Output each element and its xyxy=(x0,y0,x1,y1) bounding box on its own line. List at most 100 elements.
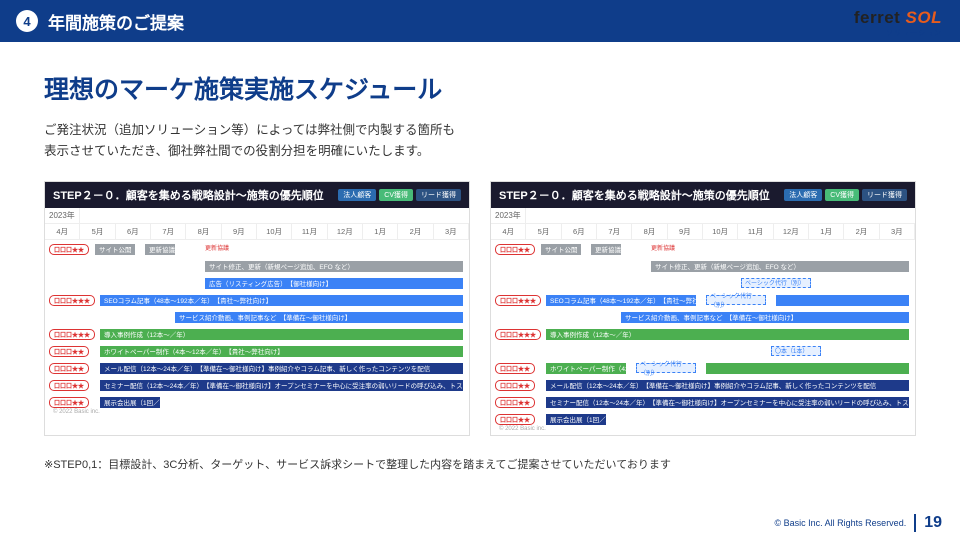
legend-tag-3: リード獲得 xyxy=(416,189,461,201)
gantt-bar: 広告（リスティング広告） 【御社様向け】 xyxy=(205,278,463,289)
month-cell: 3月 xyxy=(434,224,469,239)
gantt-area: 口口口★★サイト公開更新協議更新協議 サイト修正、更新（新規ページ追加、EFO … xyxy=(45,240,469,418)
task-pill: 口口口★★ xyxy=(495,414,535,425)
task-pill: 口口口★★ xyxy=(49,244,89,255)
month-cell: 4月 xyxy=(45,224,80,239)
gantt-bar: サイト公開 xyxy=(95,244,135,255)
month-cell: 11月 xyxy=(738,224,773,239)
gantt-box: ベーシック代行（別） xyxy=(706,295,766,305)
year-row: 2023年 xyxy=(45,208,469,224)
task-pill: 口口口★★ xyxy=(49,380,89,391)
inner-copyright: © 2022 Basic inc. xyxy=(499,426,546,432)
chart-step-label: STEP２－０．顧客を集める戦略設計～施策の優先順位 xyxy=(499,187,770,203)
gantt-bar: 導入事例作成（12本～／年） xyxy=(100,329,463,340)
month-cell: 11月 xyxy=(292,224,327,239)
logo-subtitle: ソリューション xyxy=(854,28,942,38)
month-cell: 7月 xyxy=(151,224,186,239)
chart-legend: 法人顧客 CV獲得 リード獲得 xyxy=(784,189,907,201)
month-cell: 5月 xyxy=(526,224,561,239)
gantt-bar: ホワイトペーパー制作（4本～12本／年） 【貴社～弊社向け】 xyxy=(546,363,626,374)
month-cell: 2月 xyxy=(398,224,433,239)
footer-copyright: © Basic Inc. All Rights Reserved. xyxy=(775,518,907,528)
month-row: 4月 5月 6月 7月 8月 9月 10月 11月 12月 1月 2月 3月 xyxy=(45,224,469,240)
section-number: 4 xyxy=(16,10,38,32)
gantt-bar: ホワイトペーパー制作（4本～12本／年） 【貴社～弊社向け】 xyxy=(100,346,463,357)
month-cell: 6月 xyxy=(562,224,597,239)
section-title: 年間施策のご提案 xyxy=(48,9,184,34)
month-cell: 2月 xyxy=(844,224,879,239)
gantt-bar: 更新協議 xyxy=(591,244,621,255)
description: ご発注状況（追加ソリューション等）によっては弊社側で内製する箇所も 表示させてい… xyxy=(44,120,916,163)
task-pill: 口口口★★★ xyxy=(495,295,541,306)
gantt-bar: 展示会出展（1回／年） xyxy=(100,397,160,408)
legend-tag-1: 法人顧客 xyxy=(784,189,822,201)
month-cell: 6月 xyxy=(116,224,151,239)
month-cell: 3月 xyxy=(880,224,915,239)
logo-text-2: SOL xyxy=(900,8,942,27)
annotation: 更新協議 xyxy=(205,243,229,252)
gantt-bar xyxy=(776,295,909,306)
logo-text-1: ferret xyxy=(854,8,900,27)
month-row: 4月 5月 6月 7月 8月 9月 10月 11月 12月 1月 2月 3月 xyxy=(491,224,915,240)
month-cell: 9月 xyxy=(668,224,703,239)
schedule-charts: STEP２－０．顧客を集める戦略設計～施策の優先順位 法人顧客 CV獲得 リード… xyxy=(44,181,916,436)
gantt-bar: メール配信（12本～24本／年） 【準備在～御社様向け】事例紹介やコラム記事、新… xyxy=(100,363,463,374)
schedule-chart-right: STEP２－０．顧客を集める戦略設計～施策の優先順位 法人顧客 CV獲得 リード… xyxy=(490,181,916,436)
task-pill: 口口口★★ xyxy=(49,397,89,408)
task-pill: 口口口★★ xyxy=(495,380,535,391)
task-pill: 口口口★★ xyxy=(495,397,535,408)
month-cell: 7月 xyxy=(597,224,632,239)
task-pill: 口口口★★★ xyxy=(49,329,95,340)
gantt-bar: サービス紹介動画、事例記事など 【準備在～御社様向け】 xyxy=(175,312,463,323)
gantt-bar: サービス紹介動画、事例記事など 【準備在～御社様向け】 xyxy=(621,312,909,323)
gantt-bar: SEOコラム記事（48本～192本／年） 【貴社～弊社向け】 xyxy=(546,295,696,306)
month-cell: 10月 xyxy=(257,224,292,239)
main-title: 理想のマーケ施策実施スケジュール xyxy=(44,70,916,106)
slide-header: 4 年間施策のご提案 xyxy=(0,0,960,42)
gantt-bar: サイト修正、更新（新規ページ追加、EFO など） xyxy=(651,261,909,272)
gantt-bar: サイト公開 xyxy=(541,244,581,255)
gantt-bar: 展示会出展（1回／年） xyxy=(546,414,606,425)
month-cell: 9月 xyxy=(222,224,257,239)
gantt-box: ベーシック代行（別） xyxy=(636,363,696,373)
year-label: 2023年 xyxy=(45,208,80,223)
schedule-chart-left: STEP２－０．顧客を集める戦略設計～施策の優先順位 法人顧客 CV獲得 リード… xyxy=(44,181,470,436)
year-row: 2023年 xyxy=(491,208,915,224)
legend-tag-1: 法人顧客 xyxy=(338,189,376,201)
gantt-box: 〇本（1本） xyxy=(771,346,821,356)
legend-tag-3: リード獲得 xyxy=(862,189,907,201)
page-number: 19 xyxy=(914,514,942,532)
gantt-bar: メール配信（12本～24本／年） 【準備在～御社様向け】事例紹介やコラム記事、新… xyxy=(546,380,909,391)
description-line-1: ご発注状況（追加ソリューション等）によっては弊社側で内製する箇所も xyxy=(44,120,916,141)
month-cell: 12月 xyxy=(774,224,809,239)
gantt-bar: セミナー配信（12本～24本／年） 【準備在～御社様向け】オープンセミナーを中心… xyxy=(546,397,909,408)
gantt-box: ベーシック代行（別） xyxy=(741,278,811,288)
month-cell: 12月 xyxy=(328,224,363,239)
task-pill: 口口口★★ xyxy=(49,346,89,357)
legend-tag-2: CV獲得 xyxy=(825,189,859,201)
month-cell: 1月 xyxy=(363,224,398,239)
task-pill: 口口口★★★ xyxy=(49,295,95,306)
chart-legend: 法人顧客 CV獲得 リード獲得 xyxy=(338,189,461,201)
month-cell: 4月 xyxy=(491,224,526,239)
task-pill: 口口口★★ xyxy=(495,244,535,255)
task-pill: 口口口★★ xyxy=(49,363,89,374)
task-pill: 口口口★★★ xyxy=(495,329,541,340)
gantt-area: 口口口★★サイト公開更新協議更新協議 サイト修正、更新（新規ページ追加、EFO … xyxy=(491,240,915,435)
month-cell: 8月 xyxy=(186,224,221,239)
gantt-bar: サイト修正、更新（新規ページ追加、EFO など） xyxy=(205,261,463,272)
gantt-bar: 更新協議 xyxy=(145,244,175,255)
month-cell: 8月 xyxy=(632,224,667,239)
gantt-bar: セミナー配信（12本～24本／年） 【準備在～御社様向け】オープンセミナーを中心… xyxy=(100,380,463,391)
slide-content: 理想のマーケ施策実施スケジュール ご発注状況（追加ソリューション等）によっては弊… xyxy=(0,42,960,472)
gantt-bar: 導入事例作成（12本～／年） xyxy=(546,329,909,340)
task-pill: 口口口★★ xyxy=(495,363,535,374)
chart-step-label: STEP２－０．顧客を集める戦略設計～施策の優先順位 xyxy=(53,187,324,203)
annotation: 更新協議 xyxy=(651,243,675,252)
brand-logo: ferret SOL ソリューション xyxy=(854,8,942,38)
slide-footer: © Basic Inc. All Rights Reserved. 19 xyxy=(775,514,942,532)
legend-tag-2: CV獲得 xyxy=(379,189,413,201)
month-cell: 1月 xyxy=(809,224,844,239)
chart-header: STEP２－０．顧客を集める戦略設計～施策の優先順位 法人顧客 CV獲得 リード… xyxy=(491,182,915,208)
footnote: ※STEP0,1：目標設計、3C分析、ターゲット、サービス訴求シートで整理した内… xyxy=(44,456,916,472)
